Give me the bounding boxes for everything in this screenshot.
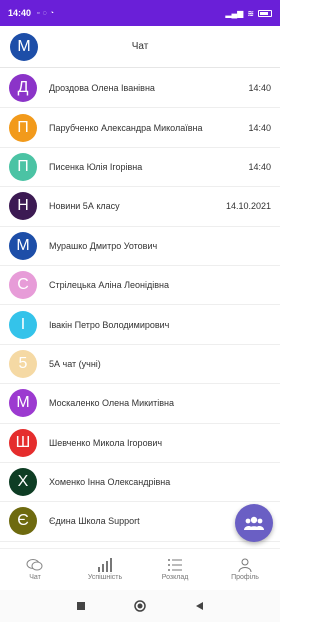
status-bar: 14:40 ▫ ◌ ◔ ▂▄▆ ≋: [0, 0, 280, 26]
chat-list: Д Дроздова Олена Іванівна 14:40 П Парубченко…: [0, 69, 280, 542]
group-icon: [244, 516, 264, 530]
chat-name: Писенка Юлія Ігорівна: [49, 161, 143, 172]
status-time: 14:40: [8, 8, 32, 18]
nav-schedule-label: Розклад: [161, 574, 189, 581]
chat-avatar: Х: [9, 468, 37, 497]
app-header: М Чат: [0, 26, 280, 68]
wifi-icon: ≋: [247, 8, 254, 18]
alarm-icon: ◔: [49, 9, 54, 17]
group-chat-fab[interactable]: [235, 504, 273, 542]
chat-item[interactable]: С Стрілецька Аліна Леонідівна: [0, 266, 280, 306]
nav-grades[interactable]: Успішність: [75, 558, 135, 581]
chat-avatar: Є: [9, 507, 37, 536]
chat-name: Москаленко Олена Микитівна: [49, 398, 175, 409]
system-navigation-bar: [0, 590, 280, 622]
chat-avatar: П: [9, 113, 37, 142]
nav-profile-label: Профіль: [231, 574, 259, 581]
chat-name: Єдина Школа Support: [49, 516, 140, 527]
page-title: Чат: [131, 41, 149, 52]
chat-avatar: М: [9, 389, 37, 418]
back-icon[interactable]: [194, 601, 204, 611]
home-icon[interactable]: [134, 600, 146, 612]
chat-name: Парубченко Александра Миколаївна: [49, 122, 203, 133]
chat-avatar: С: [9, 271, 37, 300]
battery-icon: [258, 9, 272, 17]
signal-icon: ▂▄▆: [225, 8, 244, 18]
chat-item[interactable]: М Мурашко Дмитро Уотович: [0, 227, 280, 266]
chat-name: 5А чат (учні): [49, 358, 101, 369]
bottom-navigation: Чат Успішність Розклад Профіль: [0, 548, 280, 590]
chat-avatar: І: [9, 310, 37, 339]
chat-date: 14:40: [248, 83, 271, 94]
list-icon: [168, 559, 182, 571]
chat-name: Дроздова Олена Іванівна: [49, 83, 155, 94]
chat-icon: [26, 559, 43, 571]
nav-profile[interactable]: Профіль: [215, 558, 275, 581]
chat-avatar: П: [9, 152, 37, 181]
status-icons: ▫ ◌ ◔: [37, 10, 54, 17]
chat-name: Стрілецька Аліна Леонідівна: [49, 280, 169, 291]
chat-name: Мурашко Дмитро Уотович: [49, 240, 158, 251]
chat-avatar: Н: [9, 192, 37, 221]
chat-avatar: Ш: [9, 428, 37, 457]
nav-chat[interactable]: Чат: [5, 558, 65, 581]
recents-icon[interactable]: [76, 601, 86, 611]
chat-name: Хоменко Інна Олександрівна: [49, 477, 171, 488]
chat-name: Шевченко Микола Ігорович: [49, 437, 163, 448]
chat-item[interactable]: П Писенка Юлія Ігорівна 14:40: [0, 148, 280, 188]
chat-date: 14:40: [248, 122, 271, 133]
chat-avatar: Д: [9, 74, 37, 103]
chat-date: 14.10.2021: [225, 201, 271, 212]
chat-avatar: 5: [9, 349, 37, 378]
nav-chat-label: Чат: [29, 574, 41, 581]
chat-item[interactable]: Н Новини 5А класу 14.10.2021: [0, 187, 280, 227]
chat-item[interactable]: Д Дроздова Олена Іванівна 14:40: [0, 69, 280, 109]
chat-item[interactable]: Х Хоменко Інна Олександрівна: [0, 463, 280, 503]
nav-grades-label: Успішність: [87, 574, 123, 581]
user-icon: [238, 558, 252, 572]
nfc-icon: ◌: [42, 9, 47, 17]
chat-item[interactable]: І Івакін Петро Володимирович: [0, 305, 280, 345]
bar-chart-icon: [98, 558, 112, 572]
sim-icon: ▫: [37, 9, 40, 17]
chat-item[interactable]: М Москаленко Олена Микитівна: [0, 384, 280, 424]
chat-name: Новини 5А класу: [49, 201, 120, 212]
nav-schedule[interactable]: Розклад: [145, 558, 205, 581]
chat-name: Івакін Петро Володимирович: [49, 319, 170, 330]
chat-item[interactable]: 5 5А чат (учні): [0, 345, 280, 385]
chat-date: 14:40: [248, 161, 271, 172]
chat-item[interactable]: П Парубченко Александра Миколаївна 14:40: [0, 108, 280, 148]
status-right: ▂▄▆ ≋: [225, 9, 272, 18]
chat-item[interactable]: Ш Шевченко Микола Ігорович: [0, 424, 280, 463]
chat-avatar: М: [9, 231, 37, 260]
